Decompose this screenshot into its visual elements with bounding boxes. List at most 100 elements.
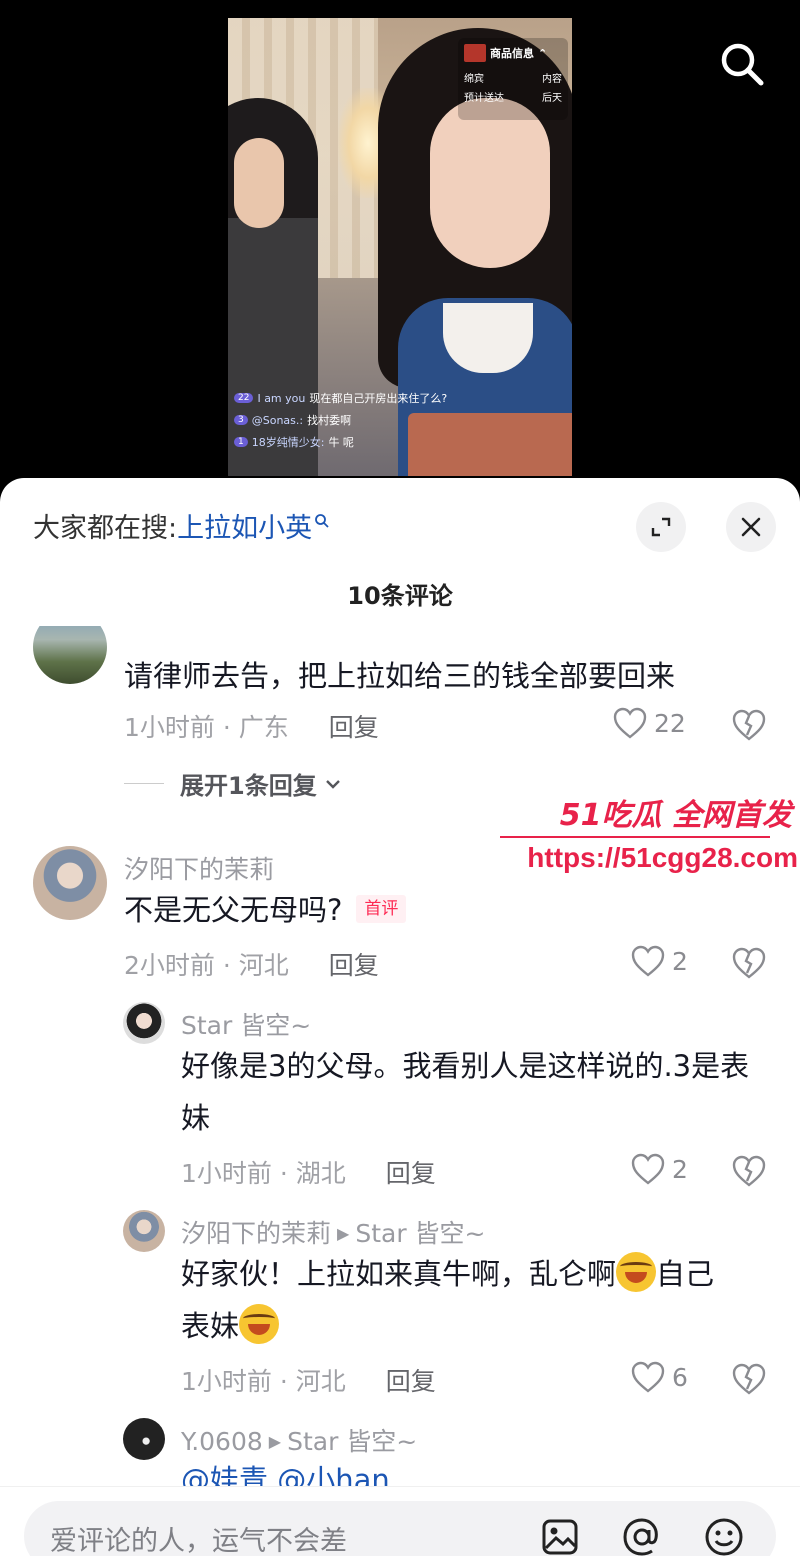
reply-text: 好像是3的父母。我看别人是这样说的.3是表 妹: [181, 1040, 781, 1144]
close-button[interactable]: [726, 502, 776, 552]
reply-text-segment: 表妹: [181, 1309, 240, 1343]
live-chat-user: 18岁纯情少女:: [251, 436, 325, 449]
broken-heart-icon: [732, 947, 766, 979]
like-button[interactable]: 22: [612, 706, 686, 740]
search-icon: [721, 43, 764, 86]
laugh-cry-emoji-icon: [239, 1304, 280, 1344]
product-row2-right: 后天: [542, 93, 562, 104]
mention-button[interactable]: [620, 1515, 664, 1556]
reply-text-segment: 好家伙！上拉如来真牛啊，乱仑啊: [181, 1257, 617, 1291]
dislike-button[interactable]: [731, 708, 767, 746]
video-player[interactable]: 商品信息 ⌃ 绵宾 内容 预计送达 后天 22 I am you 现在都自己开房…: [0, 0, 800, 490]
first-comment-badge: 首评: [356, 895, 407, 923]
comment-input-bar: 爱评论的人，运气不会差: [0, 1486, 800, 1556]
like-count: 6: [672, 1362, 688, 1392]
reply-button[interactable]: 回复: [329, 713, 379, 742]
search-small-icon: [315, 513, 329, 528]
chevron-down-icon: [325, 779, 340, 789]
reply-to-user[interactable]: Star 皆空~: [287, 1427, 417, 1456]
comment-meta: 2小时前 · 河北 回复: [124, 946, 379, 982]
comment-meta: 1小时前 · 湖北 回复: [181, 1154, 436, 1190]
product-row1-right: 内容: [542, 74, 562, 85]
broken-heart-icon: [732, 709, 766, 741]
broken-heart-icon: [732, 1363, 766, 1395]
like-count: 22: [654, 708, 686, 738]
reply-item: 汐阳下的茉莉 ▶ Star 皆空~ 好家伙！上拉如来真牛啊，乱仑啊 自己 表妹 1小时…: [0, 1206, 800, 1406]
avatar[interactable]: [123, 1002, 165, 1044]
live-chat-text: 牛 呢: [328, 436, 354, 449]
product-row2-left: 预计送达: [464, 93, 504, 104]
reply-author[interactable]: 汐阳下的茉莉: [181, 1219, 331, 1248]
comment-author[interactable]: 汐阳下的茉莉: [124, 850, 274, 886]
live-chat: 22 I am you 现在都自己开房出来住了么? 3 @Sonas.: 找村委…: [234, 390, 447, 456]
smiley-icon: [705, 1518, 743, 1556]
product-info-card[interactable]: 商品信息 ⌃ 绵宾 内容 预计送达 后天: [458, 38, 568, 120]
like-count: 2: [672, 1154, 688, 1184]
fullscreen-button[interactable]: [636, 502, 686, 552]
watermark: 51吃瓜 全网首发 https://51cgg28.com: [500, 790, 800, 890]
product-thumbnail: [464, 44, 486, 62]
user-level-badge: 3: [234, 415, 248, 425]
expand-replies-button[interactable]: 展开1条回复: [124, 766, 341, 801]
reply-button[interactable]: 回复: [386, 1159, 436, 1188]
comment-time-location: 1小时前 · 广东: [124, 713, 289, 742]
avatar[interactable]: [123, 1418, 165, 1460]
emoji-button[interactable]: [702, 1515, 746, 1556]
reply-item: Star 皆空~ 好像是3的父母。我看别人是这样说的.3是表 妹 1小时前 · …: [0, 998, 800, 1198]
reply-author[interactable]: Y.0608: [181, 1427, 263, 1456]
product-row1-left: 绵宾: [464, 74, 484, 85]
dislike-button[interactable]: [731, 1362, 767, 1400]
watermark-title: 51吃瓜 全网首发: [559, 798, 792, 833]
trending-search[interactable]: 大家都在搜: 上拉如小英: [33, 506, 330, 545]
user-level-badge: 22: [234, 393, 254, 403]
reply-author-line: 汐阳下的茉莉 ▶ Star 皆空~: [181, 1214, 486, 1250]
live-chat-message: 1 18岁纯情少女: 牛 呢: [234, 434, 447, 450]
dislike-button[interactable]: [731, 1154, 767, 1192]
reply-button[interactable]: 回复: [386, 1367, 436, 1396]
comment-meta: 1小时前 · 广东 回复: [124, 708, 379, 744]
comment-meta: 1小时前 · 河北 回复: [181, 1362, 436, 1398]
trending-search-keyword[interactable]: 上拉如小英: [177, 506, 312, 545]
reply-to-user[interactable]: Star 皆空~: [355, 1219, 485, 1248]
reply-arrow-icon: ▶: [268, 1432, 282, 1451]
search-button[interactable]: [716, 38, 768, 90]
reply-text-line: 妹: [181, 1101, 211, 1135]
reply-text[interactable]: @娃青 @小han: [181, 1454, 390, 1486]
live-video-frame[interactable]: 商品信息 ⌃ 绵宾 内容 预计送达 后天 22 I am you 现在都自己开房…: [228, 18, 572, 476]
like-button[interactable]: 2: [630, 1152, 688, 1186]
reply-text-segment: 自己: [656, 1257, 715, 1291]
like-button[interactable]: 2: [630, 944, 688, 978]
reply-author[interactable]: Star 皆空~: [181, 1006, 311, 1042]
reply-button[interactable]: 回复: [329, 951, 379, 980]
reply-arrow-icon: ▶: [337, 1224, 350, 1243]
broken-heart-icon: [732, 1155, 766, 1187]
laugh-cry-emoji-icon: [616, 1252, 657, 1292]
image-button[interactable]: [538, 1515, 582, 1556]
heart-icon: [631, 1153, 665, 1185]
comment-item: 请律师去告，把上拉如给三的钱全部要回来 1小时前 · 广东 回复 22 展开1条…: [0, 626, 800, 800]
divider: [124, 783, 164, 784]
heart-icon: [631, 1361, 665, 1393]
at-icon: [623, 1518, 658, 1556]
chevron-up-icon: ⌃: [538, 46, 548, 60]
reply-text: 好家伙！上拉如来真牛啊，乱仑啊 自己 表妹: [181, 1248, 781, 1352]
heart-icon: [631, 945, 665, 977]
live-chat-text: 现在都自己开房出来住了么?: [309, 392, 448, 405]
avatar[interactable]: [33, 626, 107, 684]
heart-icon: [613, 707, 647, 739]
comment-list[interactable]: 请律师去告，把上拉如给三的钱全部要回来 1小时前 · 广东 回复 22 展开1条…: [0, 626, 800, 1486]
reply-text-line: 好像是3的父母。我看别人是这样说的.3是表: [181, 1049, 750, 1083]
avatar[interactable]: [33, 846, 107, 920]
avatar[interactable]: [123, 1210, 165, 1252]
live-chat-message: 3 @Sonas.: 找村委啊: [234, 412, 447, 428]
trending-search-prefix: 大家都在搜:: [33, 513, 178, 544]
like-button[interactable]: 6: [630, 1360, 688, 1394]
comment-time-location: 2小时前 · 河北: [124, 951, 289, 980]
watermark-url: https://51cgg28.com: [527, 842, 798, 873]
product-card-title: 商品信息: [490, 47, 534, 60]
comment-time-location: 1小时前 · 河北: [181, 1367, 346, 1396]
watermark-line: [500, 836, 770, 838]
comment-input[interactable]: 爱评论的人，运气不会差: [24, 1501, 776, 1556]
dislike-button[interactable]: [731, 946, 767, 984]
comment-time-location: 1小时前 · 湖北: [181, 1159, 346, 1188]
